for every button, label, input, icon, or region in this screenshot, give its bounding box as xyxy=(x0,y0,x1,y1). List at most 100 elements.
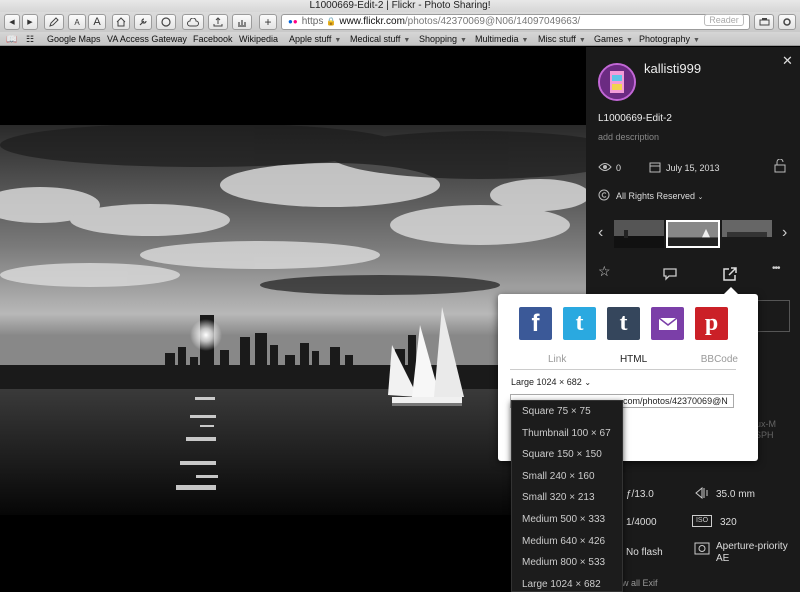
bookmark-folder-shopping[interactable]: Shopping ▼ xyxy=(419,33,467,47)
thumbnail-current[interactable] xyxy=(666,220,720,248)
bookmark-folder-medical[interactable]: Medical stuff ▼ xyxy=(350,33,410,47)
reader-button[interactable]: Reader xyxy=(704,14,744,26)
focal-length-icon xyxy=(695,487,708,499)
chevron-down-icon: ▼ xyxy=(334,37,342,44)
chevron-down-icon: ⌄ xyxy=(584,378,592,387)
edit-button[interactable] xyxy=(44,14,64,30)
date-taken[interactable]: July 15, 2013 xyxy=(666,163,720,173)
flickr-favicon-icon-2: ● xyxy=(292,17,298,26)
privacy-button[interactable] xyxy=(156,14,176,30)
next-photo-icon[interactable]: › xyxy=(782,224,787,242)
window-title: L1000669-Edit-2 | Flickr - Photo Sharing… xyxy=(0,0,800,12)
share-arrow-icon xyxy=(213,17,223,27)
bookmark-folder-photography[interactable]: Photography ▼ xyxy=(639,33,700,47)
twitter-share-button[interactable]: t xyxy=(563,307,596,340)
font-large-label: A xyxy=(93,16,101,28)
chevron-down-icon: ▼ xyxy=(578,37,586,44)
username[interactable]: kallisti999 xyxy=(644,61,701,76)
size-select[interactable]: Large 1024 × 682 ⌄ xyxy=(511,377,591,387)
icloud-button[interactable] xyxy=(182,14,204,30)
size-option[interactable]: Small 320 × 213 xyxy=(512,487,622,509)
reading-list-icon[interactable]: 📖 xyxy=(6,33,17,45)
size-option[interactable]: Thumbnail 100 × 67 xyxy=(512,423,622,445)
font-larger-button[interactable]: A xyxy=(88,14,106,30)
bookmark-va-access-gateway[interactable]: VA Access Gateway xyxy=(107,33,187,45)
star-icon[interactable]: ☆ xyxy=(598,263,611,280)
more-options-icon[interactable]: ••• xyxy=(772,263,780,274)
size-option[interactable]: Small 240 × 160 xyxy=(512,466,622,488)
pinterest-share-button[interactable]: p xyxy=(695,307,728,340)
shield-icon xyxy=(161,17,171,27)
license-selector[interactable]: All Rights Reserved ⌄ xyxy=(616,191,703,201)
bookmark-label: Medical stuff xyxy=(350,34,401,44)
tab-bbcode[interactable]: BBCode xyxy=(701,354,738,365)
size-option[interactable]: Medium 800 × 533 xyxy=(512,552,622,574)
exif-iso: 320 xyxy=(720,517,737,528)
share-services: f t t p xyxy=(519,307,728,340)
size-option[interactable]: Large 1024 × 682 xyxy=(512,574,622,592)
chevron-down-icon: ▼ xyxy=(403,37,411,44)
bookmark-label: Misc stuff xyxy=(538,34,576,44)
tumblr-share-button[interactable]: t xyxy=(607,307,640,340)
forward-icon: ▶ xyxy=(27,19,33,26)
top-sites-button[interactable] xyxy=(232,14,252,30)
bookmark-google-maps[interactable]: Google Maps xyxy=(47,33,101,45)
gear-icon xyxy=(783,18,791,26)
chevron-down-icon: ▼ xyxy=(626,37,633,44)
email-share-button[interactable] xyxy=(651,307,684,340)
forward-button[interactable]: ▶ xyxy=(22,14,38,30)
unlock-icon[interactable] xyxy=(774,159,786,173)
thumbnail-next[interactable] xyxy=(722,220,772,248)
chevron-down-icon: ⌄ xyxy=(697,194,704,201)
view-all-exif-link[interactable]: w all Exif xyxy=(622,578,658,588)
bookmark-folder-games[interactable]: Games ▼ xyxy=(594,33,633,47)
copyright-icon xyxy=(598,189,610,201)
bookmark-folder-multimedia[interactable]: Multimedia ▼ xyxy=(475,33,528,47)
size-option[interactable]: Square 75 × 75 xyxy=(512,401,622,423)
back-icon: ◀ xyxy=(9,19,15,26)
add-description-link[interactable]: add description xyxy=(598,132,659,142)
close-icon[interactable]: ✕ xyxy=(782,53,793,69)
downloads-button[interactable] xyxy=(778,14,796,30)
tools-button[interactable] xyxy=(134,14,152,30)
print-button[interactable] xyxy=(754,14,774,30)
eye-icon xyxy=(598,163,612,171)
bookmark-folder-misc[interactable]: Misc stuff ▼ xyxy=(538,33,586,47)
bookmarks-grid-icon[interactable]: ☷ xyxy=(26,33,34,45)
bookmark-folder-apple[interactable]: Apple stuff ▼ xyxy=(289,33,341,47)
add-bookmark-button[interactable]: + xyxy=(259,14,277,30)
comment-icon[interactable] xyxy=(662,267,678,281)
home-icon xyxy=(116,17,126,27)
cloud-icon xyxy=(187,17,199,26)
bookmark-facebook[interactable]: Facebook xyxy=(193,33,233,45)
bookmark-wikipedia[interactable]: Wikipedia xyxy=(239,33,278,45)
size-option[interactable]: Square 150 × 150 xyxy=(512,444,622,466)
printer-icon xyxy=(759,18,769,26)
back-button[interactable]: ◀ xyxy=(4,14,20,30)
font-smaller-button[interactable]: A xyxy=(68,14,86,30)
exif-mode: Aperture-priority AE xyxy=(716,541,788,564)
photo-title[interactable]: L1000669-Edit-2 xyxy=(598,113,672,124)
bookmark-label: Wikipedia xyxy=(239,34,279,44)
address-bar[interactable]: ●● https 🔒 www.flickr.com/photos/42370069@N… xyxy=(281,14,750,30)
tab-link[interactable]: Link xyxy=(548,354,566,365)
avatar[interactable] xyxy=(598,63,636,101)
share-icon[interactable] xyxy=(722,266,738,282)
share-page-button[interactable] xyxy=(208,14,228,30)
size-dropdown-menu: Square 75 × 75 Thumbnail 100 × 67 Square… xyxy=(511,400,623,592)
tab-html[interactable]: HTML xyxy=(620,354,647,365)
add-icon: + xyxy=(264,15,272,29)
license-label: All Rights Reserved xyxy=(616,191,696,201)
home-button[interactable] xyxy=(112,14,130,30)
view-count: 0 xyxy=(616,163,622,173)
facebook-share-button[interactable]: f xyxy=(519,307,552,340)
wrench-icon xyxy=(139,18,147,26)
thumbnail-prev[interactable] xyxy=(614,220,664,248)
bookmark-label: VA Access Gateway xyxy=(107,34,187,44)
size-option[interactable]: Medium 640 × 426 xyxy=(512,531,622,553)
prev-photo-icon[interactable]: ‹ xyxy=(598,224,603,242)
size-option[interactable]: Medium 500 × 333 xyxy=(512,509,622,531)
bookmark-label: Apple stuff xyxy=(289,34,332,44)
facebook-icon: f xyxy=(531,309,540,337)
exif-aperture: ƒ/13.0 xyxy=(626,489,654,500)
